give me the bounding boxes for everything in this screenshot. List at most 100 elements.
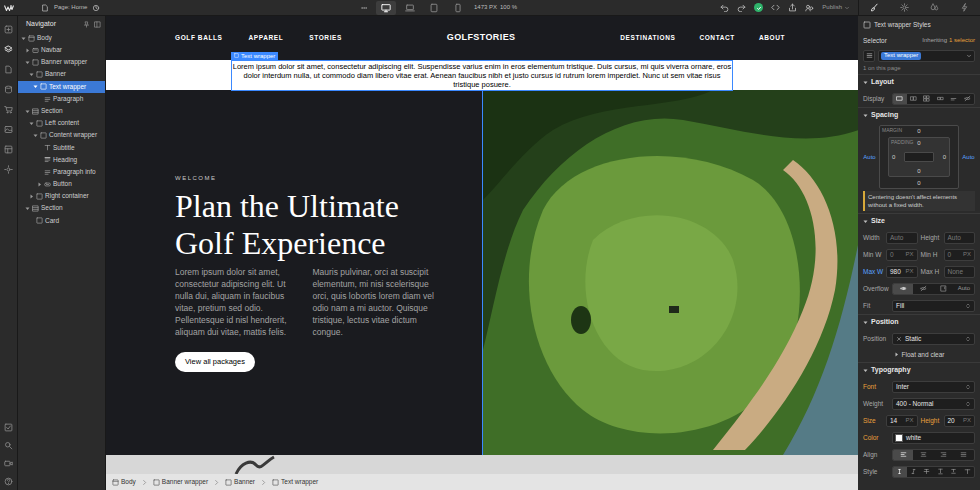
expand-caret-icon[interactable]: [33, 133, 38, 138]
navigator-item[interactable]: Banner wrapper: [18, 56, 105, 68]
unit-label[interactable]: PX: [963, 250, 971, 259]
style-italic-icon[interactable]: [907, 467, 921, 477]
size-section-header[interactable]: Size: [858, 213, 980, 229]
dropdown-chevron-icon[interactable]: [966, 53, 972, 59]
expand-caret-icon[interactable]: [37, 182, 42, 187]
spacing-value[interactable]: 0: [917, 168, 920, 174]
site-logo[interactable]: GOLFSTORIES: [447, 31, 516, 45]
interactions-icon[interactable]: [930, 3, 939, 12]
field-value[interactable]: white: [906, 433, 921, 443]
size-input[interactable]: None: [944, 266, 976, 278]
spacing-value[interactable]: 0: [943, 154, 946, 160]
chevron-down-icon[interactable]: [844, 5, 850, 11]
expand-caret-icon[interactable]: [29, 121, 34, 126]
field-value[interactable]: 400 - Normal: [896, 399, 934, 409]
unit-label[interactable]: PX: [905, 416, 913, 425]
expand-caret-icon[interactable]: [25, 48, 30, 53]
ecommerce-icon[interactable]: [4, 105, 13, 114]
field-value[interactable]: Inter: [896, 382, 909, 392]
position-section-header[interactable]: Position: [858, 314, 980, 330]
overflow-scroll-icon[interactable]: [934, 284, 954, 294]
unit-label[interactable]: PX: [905, 250, 913, 259]
expand-caret-icon[interactable]: [29, 218, 34, 223]
nav-link[interactable]: DESTINATIONS: [620, 33, 675, 43]
spacing-value[interactable]: 0: [892, 154, 895, 160]
align-right-icon[interactable]: [934, 450, 954, 460]
navigator-item[interactable]: Banner: [18, 69, 105, 81]
undo-icon[interactable]: [720, 3, 729, 12]
redo-icon[interactable]: [737, 3, 746, 12]
breakpoint-icon[interactable]: [448, 1, 468, 15]
components-icon[interactable]: [4, 145, 13, 154]
breadcrumb-item[interactable]: Banner: [223, 477, 257, 487]
unit-label[interactable]: PX: [963, 416, 971, 425]
color-swatch[interactable]: [895, 434, 903, 442]
typography-section-header[interactable]: Typography: [858, 362, 980, 378]
field-value[interactable]: 980: [890, 267, 901, 277]
unit-label[interactable]: PX: [905, 267, 913, 276]
collapse-caret-icon[interactable]: [863, 80, 868, 85]
view-packages-button[interactable]: View all packages: [175, 352, 255, 372]
color-field[interactable]: white: [892, 432, 975, 444]
align-justify-icon[interactable]: [954, 450, 974, 460]
breadcrumb-label[interactable]: Body: [121, 477, 136, 487]
field-value[interactable]: 0: [890, 250, 894, 260]
video-icon[interactable]: [4, 459, 13, 468]
navigator-item[interactable]: Card: [18, 215, 105, 227]
navigator-item[interactable]: Paragraph info: [18, 166, 105, 178]
nav-link[interactable]: STORIES: [309, 33, 342, 43]
expand-caret-icon[interactable]: [37, 170, 42, 175]
navigator-item[interactable]: Heading: [18, 154, 105, 166]
overflow-auto-option[interactable]: Auto: [954, 284, 974, 294]
position-select[interactable]: Static: [892, 333, 975, 345]
canvas[interactable]: GOLF BALLSAPPARELSTORIESGOLFSTORIESDESTI…: [106, 16, 858, 474]
navigator-item[interactable]: Section: [18, 105, 105, 117]
selector-field[interactable]: Text wrapper: [878, 50, 975, 62]
text-decoration-icon[interactable]: [961, 467, 975, 477]
spacing-value[interactable]: 0: [917, 128, 920, 134]
size-input[interactable]: 14PX: [886, 415, 918, 427]
banner-paragraph[interactable]: Lorem ipsum dolor sit amet, consectetur …: [232, 62, 732, 89]
size-input[interactable]: Auto: [944, 232, 976, 244]
display-inline-block-icon[interactable]: [934, 94, 948, 104]
selector-menu-icon[interactable]: [863, 50, 875, 62]
size-input[interactable]: 0PX: [944, 249, 976, 261]
nav-link[interactable]: ABOUT: [759, 33, 785, 43]
expand-caret-icon[interactable]: [37, 97, 42, 102]
expand-caret-icon[interactable]: [33, 84, 38, 89]
navigator-item[interactable]: Right container: [18, 190, 105, 202]
select-arrows-icon[interactable]: [965, 336, 971, 342]
display-flex-icon[interactable]: [907, 94, 921, 104]
search-icon[interactable]: [4, 441, 13, 450]
breadcrumb-item[interactable]: Body: [110, 477, 138, 487]
breadcrumb-label[interactable]: Text wrapper: [281, 477, 318, 487]
pin-icon[interactable]: [83, 21, 90, 28]
display-block-icon[interactable]: [893, 94, 907, 104]
height-input[interactable]: 20PX: [944, 415, 976, 427]
collapse-caret-icon[interactable]: [863, 219, 868, 224]
font-select[interactable]: Inter: [892, 381, 975, 393]
breakpoint-icon[interactable]: [376, 1, 396, 15]
navigator-item[interactable]: Body: [18, 32, 105, 44]
selector-chip[interactable]: Text wrapper: [881, 52, 921, 60]
breadcrumb-item[interactable]: Text wrapper: [270, 477, 320, 487]
navigator-item[interactable]: Paragraph: [18, 93, 105, 105]
display-none-icon[interactable]: [961, 94, 975, 104]
pages-icon[interactable]: [4, 65, 13, 74]
expand-caret-icon[interactable]: [37, 157, 42, 162]
code-icon[interactable]: [771, 3, 780, 12]
select-arrows-icon[interactable]: [965, 303, 971, 309]
float-and-clear-toggle[interactable]: Float and clear: [902, 350, 945, 360]
assets-icon[interactable]: [4, 125, 13, 134]
display-inline-icon[interactable]: [947, 94, 961, 104]
expand-caret-icon[interactable]: [21, 36, 26, 41]
field-value[interactable]: Auto: [890, 233, 903, 243]
publish-label[interactable]: Publish: [822, 3, 842, 12]
webflow-logo-icon[interactable]: [4, 4, 14, 12]
expand-caret-icon[interactable]: [29, 194, 34, 199]
nav-link[interactable]: CONTACT: [699, 33, 735, 43]
share-icon[interactable]: [805, 3, 814, 12]
overline-icon[interactable]: [947, 467, 961, 477]
spacing-value[interactable]: 0: [917, 180, 920, 186]
settings-gear-icon[interactable]: [900, 3, 909, 12]
